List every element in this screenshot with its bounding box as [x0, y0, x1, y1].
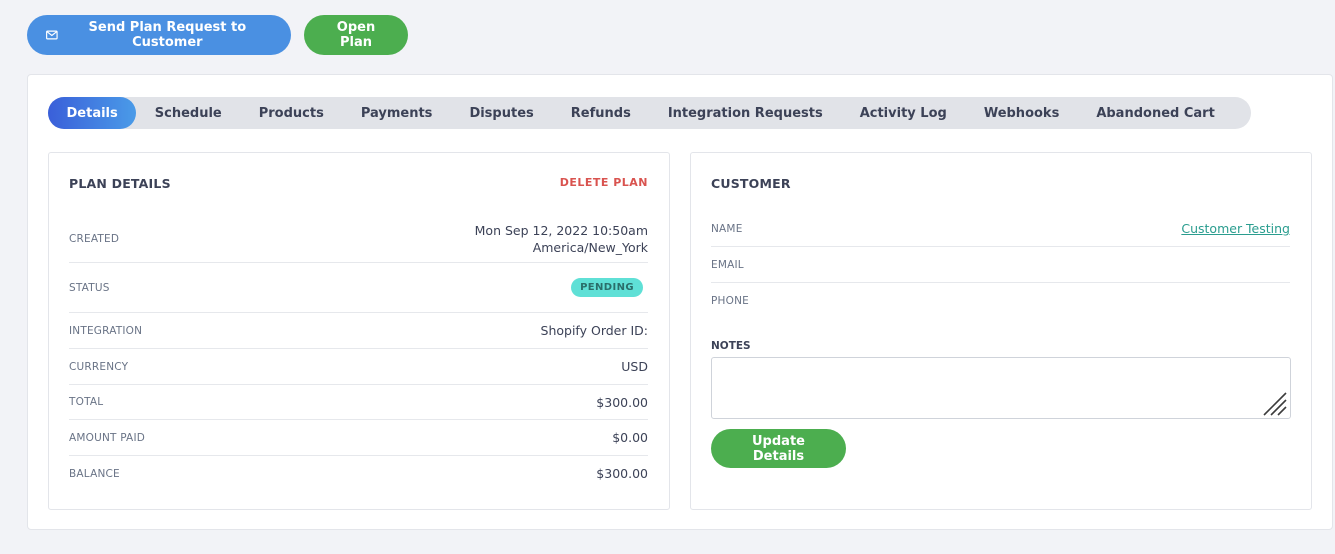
balance-row: BALANCE $300.00 [69, 456, 648, 491]
update-details-button[interactable]: Update Details [711, 429, 846, 468]
customer-name-link[interactable]: Customer Testing [1181, 221, 1290, 236]
balance-value: $300.00 [596, 466, 648, 481]
tab-webhooks[interactable]: Webhooks [965, 97, 1078, 129]
created-date: Mon Sep 12, 2022 10:50am [474, 222, 648, 238]
amount-paid-row: AMOUNT PAID $0.00 [69, 420, 648, 456]
customer-email-label: EMAIL [711, 258, 744, 271]
total-label: TOTAL [69, 396, 104, 408]
total-row: TOTAL $300.00 [69, 385, 648, 420]
notes-textarea[interactable] [711, 357, 1291, 419]
created-value: Mon Sep 12, 2022 10:50am America/New_Yor… [475, 222, 648, 256]
open-plan-button[interactable]: Open Plan [304, 15, 408, 55]
tab-products[interactable]: Products [240, 97, 342, 129]
currency-row: CURRENCY USD [69, 349, 648, 385]
tab-refunds[interactable]: Refunds [552, 97, 649, 129]
status-label: STATUS [69, 281, 110, 294]
plan-card: Details Schedule Products Payments Dispu… [27, 74, 1333, 530]
tab-integration-requests[interactable]: Integration Requests [649, 97, 841, 129]
tab-abandoned-cart[interactable]: Abandoned Cart [1078, 97, 1233, 129]
customer-phone-label: PHONE [711, 295, 749, 307]
tab-payments[interactable]: Payments [342, 97, 451, 129]
delete-plan-link[interactable]: DELETE PLAN [560, 176, 648, 189]
top-actions: Send Plan Request to Customer Open Plan [27, 15, 408, 55]
integration-label: INTEGRATION [69, 324, 143, 337]
amount-paid-value: $0.00 [612, 430, 648, 445]
notes-label: NOTES [711, 340, 751, 352]
amount-paid-label: AMOUNT PAID [69, 431, 146, 444]
tab-activity-log[interactable]: Activity Log [841, 97, 965, 129]
tab-schedule[interactable]: Schedule [136, 97, 240, 129]
tab-disputes[interactable]: Disputes [451, 97, 552, 129]
customer-title: CUSTOMER [711, 176, 791, 191]
customer-panel: CUSTOMER NAME Customer Testing EMAIL PHO… [690, 152, 1312, 510]
currency-value: USD [621, 359, 648, 374]
created-row: CREATED Mon Sep 12, 2022 10:50am America… [69, 215, 648, 263]
created-timezone: America/New_York [532, 239, 648, 255]
send-plan-request-label: Send Plan Request to Customer [88, 20, 247, 50]
plan-details-panel: PLAN DETAILS DELETE PLAN CREATED Mon Sep… [48, 152, 670, 510]
customer-phone-row: PHONE [711, 283, 1290, 319]
currency-label: CURRENCY [69, 360, 129, 373]
mail-icon [46, 30, 58, 40]
created-label: CREATED [69, 232, 120, 245]
total-value: $300.00 [596, 394, 648, 410]
balance-label: BALANCE [69, 467, 120, 480]
customer-name-label: NAME [711, 222, 743, 235]
tab-details[interactable]: Details [48, 97, 137, 129]
customer-name-row: NAME Customer Testing [711, 211, 1290, 247]
status-badge: PENDING [571, 278, 643, 297]
status-row: STATUS PENDING [69, 263, 648, 313]
tab-bar: Details Schedule Products Payments Dispu… [48, 97, 1252, 129]
resize-handle-icon[interactable] [1262, 392, 1288, 416]
plan-details-title: PLAN DETAILS [69, 176, 171, 191]
send-plan-request-button[interactable]: Send Plan Request to Customer [27, 15, 291, 55]
integration-row: INTEGRATION Shopify Order ID: [69, 313, 648, 349]
customer-email-row: EMAIL [711, 247, 1290, 283]
integration-value: Shopify Order ID: [540, 323, 648, 338]
